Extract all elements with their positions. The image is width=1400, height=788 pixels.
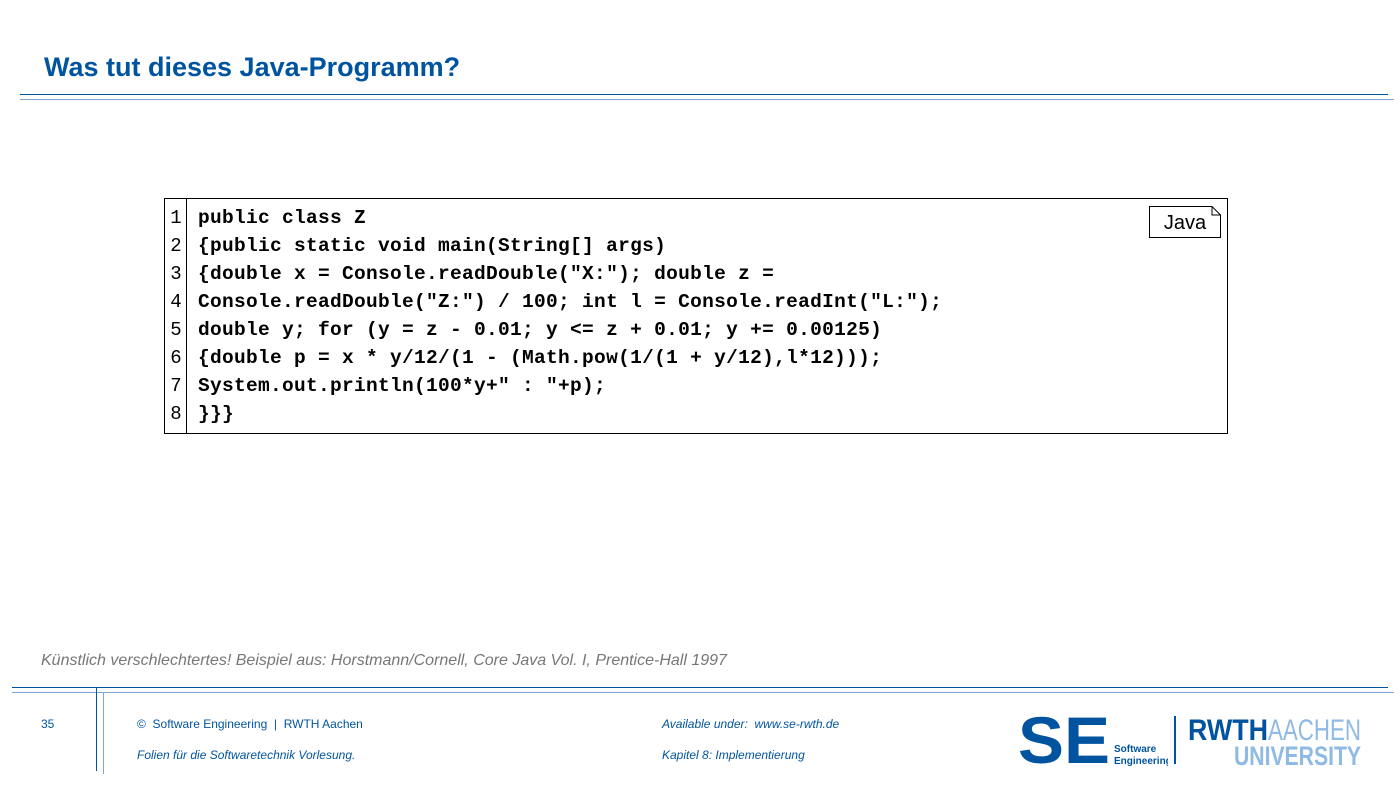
available-under-text: Available under: www.se-rwth.de [662, 717, 840, 731]
footer-rule [12, 687, 1388, 688]
code-line: Console.readDouble("Z:") / 100; int l = … [198, 291, 943, 313]
copyright-text: © Software Engineering | RWTH Aachen [137, 717, 363, 731]
line-number: 1 [170, 207, 182, 229]
language-tag: Java [1149, 206, 1221, 238]
chapter-text: Kapitel 8: Implementierung [662, 748, 805, 762]
language-label: Java [1163, 212, 1207, 234]
se-logo-text-engineering: Engineering [1114, 756, 1168, 767]
footer-subtitle: Folien für die Softwaretechnik Vorlesung… [137, 748, 356, 762]
footer-rule-thin [12, 692, 1394, 693]
se-logo-text-software: Software [1114, 744, 1157, 755]
footer-divider [103, 692, 104, 774]
code-line: System.out.println(100*y+" : "+p); [198, 375, 607, 397]
code-line: }}} [198, 403, 235, 425]
title-rule [20, 94, 1388, 95]
source-note: Künstlich verschlechtertes! Beispiel aus… [41, 652, 727, 669]
line-number: 3 [170, 263, 182, 285]
line-number: 6 [170, 347, 182, 369]
line-number: 5 [170, 319, 182, 341]
rwth-logo-university: UNIVERSITY [1234, 741, 1361, 768]
page-number: 35 [41, 717, 55, 731]
rwth-logo: RWTH AACHEN UNIVERSITY [1174, 714, 1361, 768]
line-number: 2 [170, 235, 182, 257]
code-line: double y; for (y = z - 0.01; y <= z + 0.… [198, 319, 883, 341]
line-number: 4 [170, 291, 182, 313]
code-line: {double x = Console.readDouble("X:"); do… [198, 263, 775, 285]
code-line: public class Z [198, 207, 367, 229]
title-rule-thin [20, 99, 1394, 100]
code-line: {double p = x * y/12/(1 - (Math.pow(1/(1… [198, 347, 883, 369]
footer-divider [96, 687, 97, 771]
code-line: {public static void main(String[] args) [198, 235, 667, 257]
slide-title: Was tut dieses Java-Programm? [44, 52, 461, 82]
rwth-logo-bar [1174, 716, 1176, 764]
line-number: 8 [170, 403, 182, 425]
code-block: 1 2 3 4 5 6 7 8 public class Z {public s… [164, 198, 1228, 434]
se-logo: SE Software Engineering [1018, 712, 1168, 768]
line-number: 7 [170, 375, 182, 397]
se-logo-letters: SE [1018, 712, 1110, 768]
